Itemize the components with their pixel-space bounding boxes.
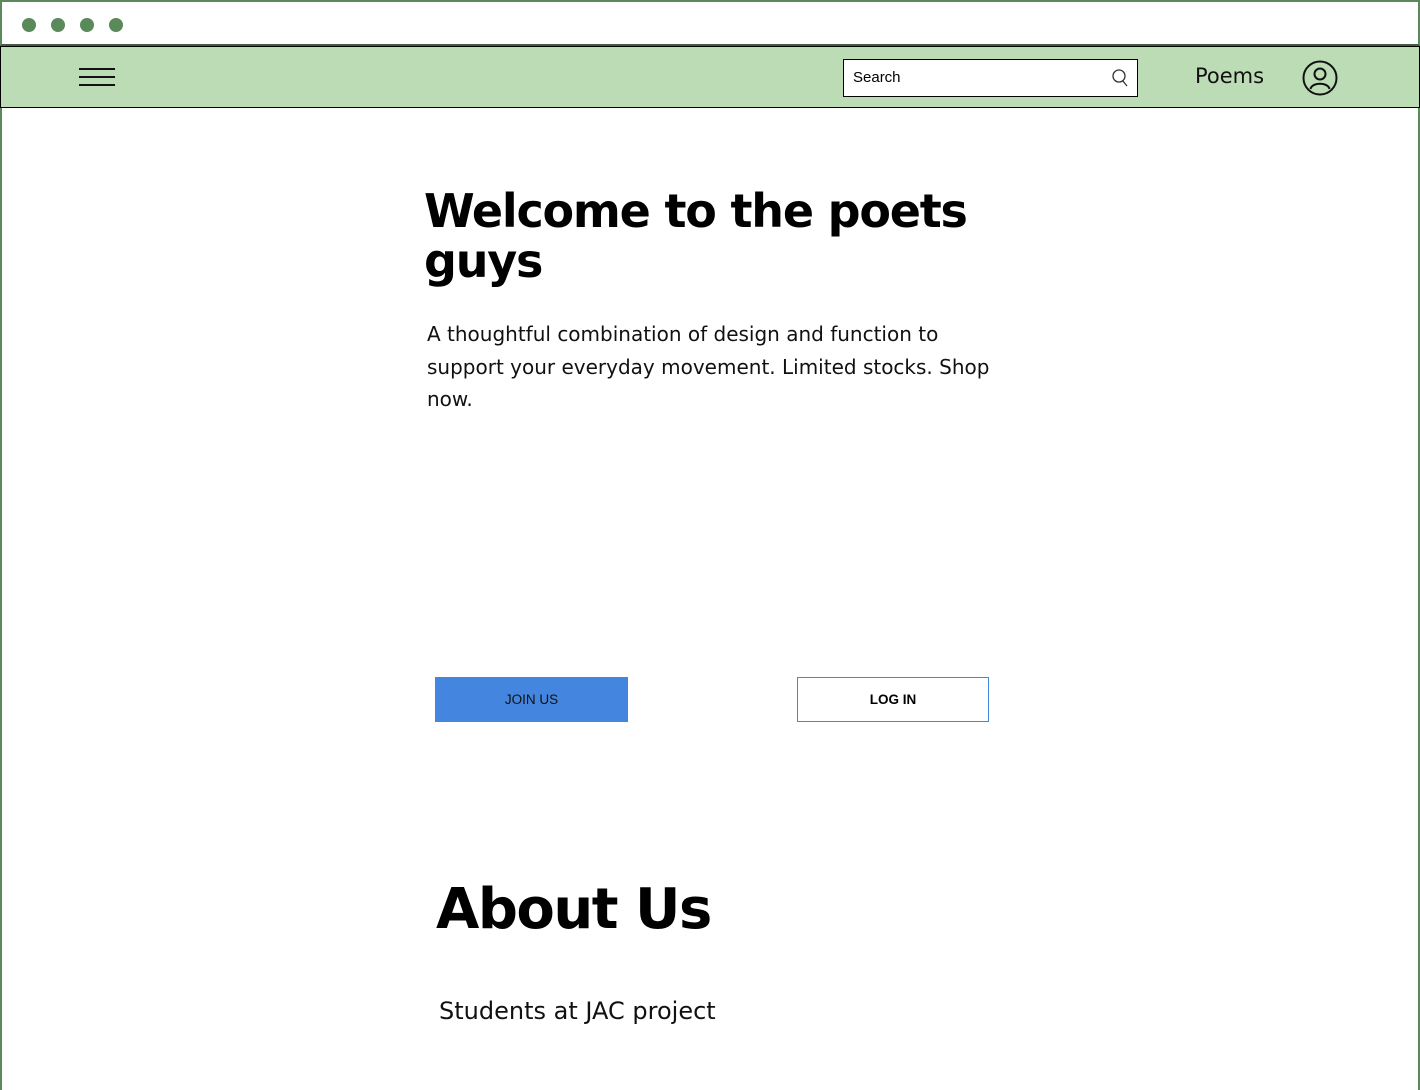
window-dot[interactable]: [22, 18, 36, 32]
nav-link-poems[interactable]: Poems: [1195, 64, 1264, 88]
search-icon[interactable]: [1110, 68, 1130, 88]
user-account-icon[interactable]: [1302, 60, 1338, 96]
window-dot[interactable]: [51, 18, 65, 32]
hero-title: Welcome to the poets guys: [424, 184, 968, 288]
search-box: [843, 59, 1138, 97]
about-title: About Us: [436, 877, 712, 942]
search-input[interactable]: [844, 60, 1104, 95]
log-in-button[interactable]: LOG IN: [797, 677, 989, 722]
join-us-button[interactable]: JOIN US: [435, 677, 628, 722]
window-titlebar: [0, 0, 1420, 46]
about-text: Students at JAC project: [439, 997, 716, 1025]
hero-description: A thoughtful combination of design and f…: [427, 322, 990, 411]
window-dot[interactable]: [80, 18, 94, 32]
top-navbar: Poems: [0, 46, 1420, 108]
window-dot[interactable]: [109, 18, 123, 32]
hamburger-menu-icon[interactable]: [79, 66, 115, 88]
